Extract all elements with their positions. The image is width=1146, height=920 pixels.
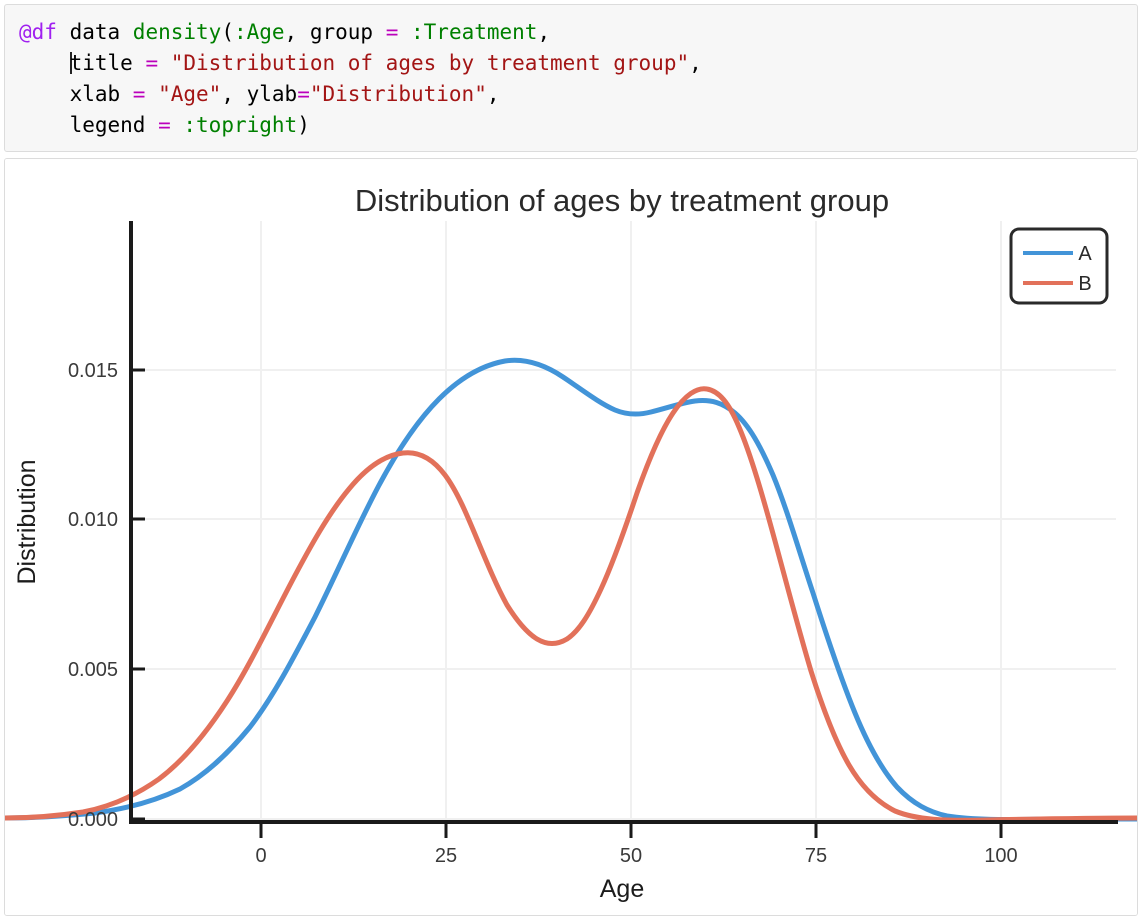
code-line-2: xlab = "Age", ylab="Distribution", xyxy=(19,79,1137,110)
code-token-plain: , xyxy=(486,82,500,106)
x-tick-label-2: 50 xyxy=(620,845,642,867)
code-token-op: = xyxy=(297,82,310,106)
code-token-str: "Distribution of ages by treatment group… xyxy=(170,51,690,75)
plot-output-cell: Distribution of ages by treatment group xyxy=(4,158,1138,916)
code-token-plain: xlab xyxy=(19,82,133,106)
code-editor[interactable]: @df data density(:Age, group = :Treatmen… xyxy=(19,17,1137,141)
legend-box xyxy=(1009,227,1109,305)
code-token-plain: title xyxy=(69,51,146,75)
code-token-plain: , xyxy=(537,20,551,44)
code-token-macro: @df xyxy=(19,20,57,44)
notebook-page: @df data density(:Age, group = :Treatmen… xyxy=(0,0,1146,920)
code-token-plain: ) xyxy=(297,113,310,137)
y-tick-label-0: 0.000 xyxy=(68,809,118,831)
code-token-symbol: :Age xyxy=(233,20,285,44)
code-cell[interactable]: @df data density(:Age, group = :Treatmen… xyxy=(4,4,1138,152)
y-tick-label-1: 0.005 xyxy=(68,659,118,681)
density-plot: Distribution of ages by treatment group xyxy=(5,159,1137,915)
x-axis-label: Age xyxy=(600,875,644,903)
code-token-op: = xyxy=(145,51,159,75)
code-token-plain: , xyxy=(689,51,702,75)
code-token-str: "Age" xyxy=(158,82,222,106)
plot-title: Distribution of ages by treatment group xyxy=(355,183,889,218)
code-token-symbol: :Treatment xyxy=(411,20,538,44)
legend-label-A: A xyxy=(1078,243,1092,265)
plot-legend[interactable]: A B xyxy=(1009,227,1109,305)
x-tick-label-3: 75 xyxy=(805,845,827,867)
code-token-plain: , group xyxy=(284,20,386,44)
y-axis-label: Distribution xyxy=(13,459,41,584)
plot-background xyxy=(5,159,1137,915)
code-token-op: = xyxy=(158,113,171,137)
x-tick-label-4: 100 xyxy=(984,845,1017,867)
code-token-symbol: :topright xyxy=(183,113,298,137)
x-tick-label-0: 0 xyxy=(255,845,266,867)
x-tick-label-1: 25 xyxy=(435,845,457,867)
code-token-plain: data xyxy=(56,20,133,44)
code-token-op: = xyxy=(132,82,146,106)
code-token-plain: , ylab xyxy=(221,82,298,106)
code-line-3: legend = :topright) xyxy=(19,110,1137,141)
legend-label-B: B xyxy=(1078,273,1091,295)
code-token-plain: ( xyxy=(221,20,234,44)
code-token-func: density xyxy=(132,20,222,44)
y-tick-label-3: 0.015 xyxy=(68,360,118,382)
code-token-op: = xyxy=(385,20,399,44)
code-token-plain: legend xyxy=(19,113,159,137)
code-token-str: "Distribution" xyxy=(309,82,487,106)
code-line-0: @df data density(:Age, group = :Treatmen… xyxy=(19,17,1137,48)
code-line-1: title = "Distribution of ages by treatme… xyxy=(19,48,1137,79)
y-tick-label-2: 0.010 xyxy=(68,509,118,531)
